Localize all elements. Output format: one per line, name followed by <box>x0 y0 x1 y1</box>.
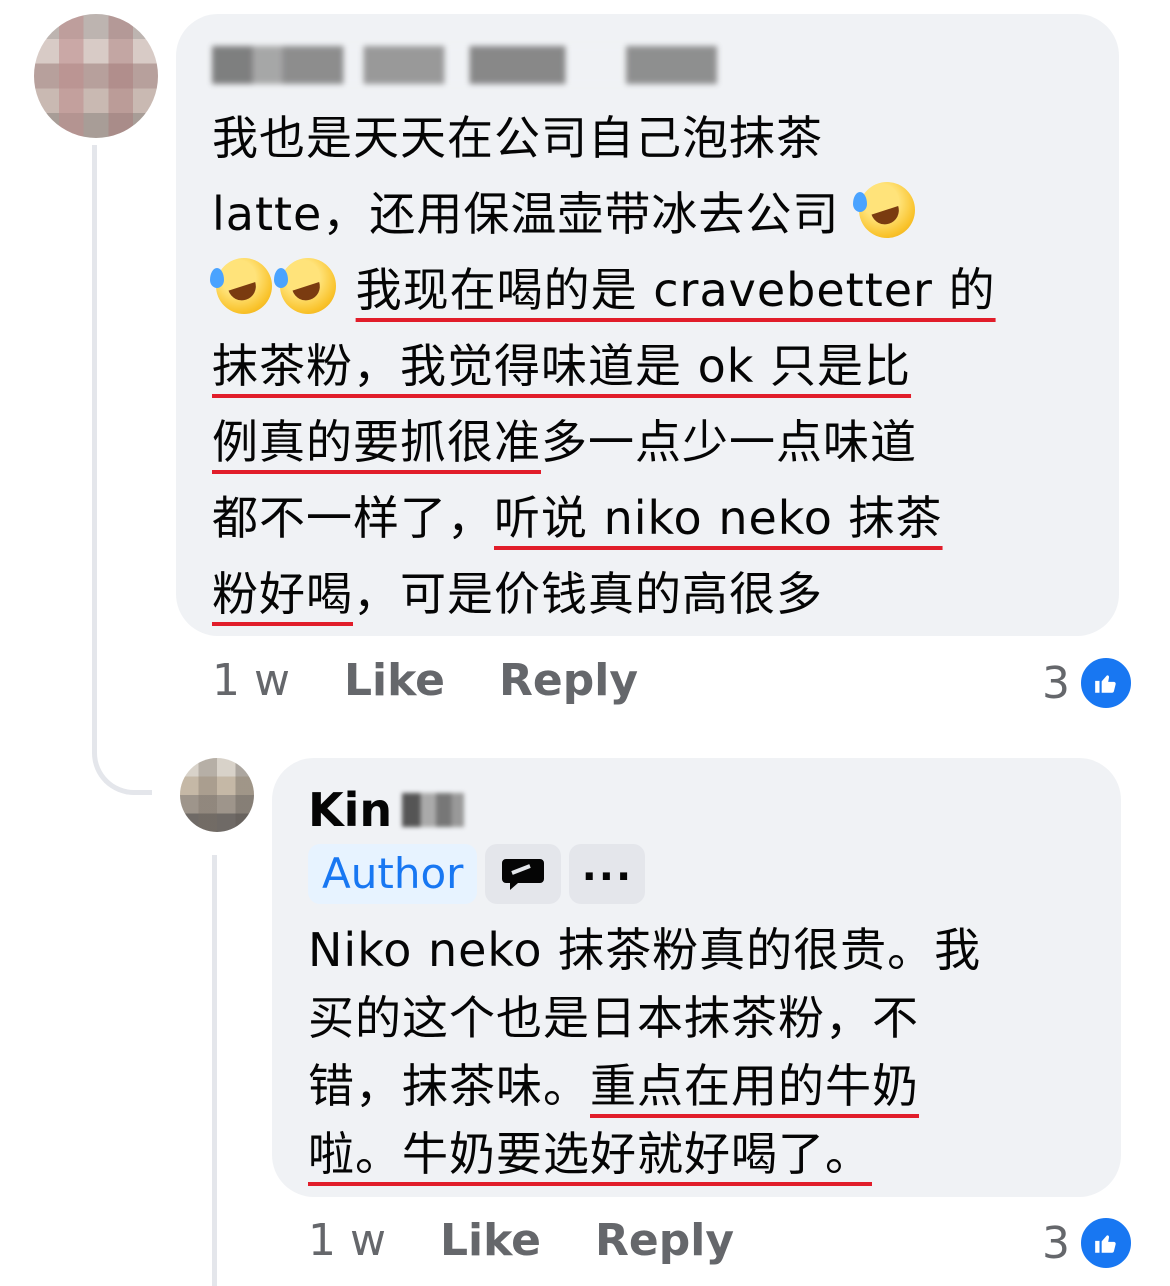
message-bubble-icon[interactable] <box>485 844 562 904</box>
avatar[interactable] <box>180 758 254 832</box>
underlined-text-segment: 重点在用的牛奶 <box>590 1059 919 1113</box>
author-name-blurred <box>402 793 465 827</box>
rolling-on-floor-laughing-emoji <box>274 258 336 314</box>
underlined-text-segment: 听说 niko neko 抹茶 <box>494 491 943 545</box>
like-thumbs-up-icon <box>1078 1215 1134 1271</box>
badge-row: Author ... <box>308 844 1091 904</box>
comment-text-segment: 都不一样了， <box>212 491 494 545</box>
comment-text-segment: 多一点少一点味道 <box>541 415 917 469</box>
reaction-summary[interactable]: 3 <box>1042 655 1134 711</box>
underlined-text-segment: 我现在喝的是 cravebetter 的 <box>355 263 996 317</box>
reply-timestamp[interactable]: 1 w <box>308 1215 386 1266</box>
underlined-text-segment: 啦。牛奶要选好就好喝了。 <box>308 1127 872 1181</box>
reply-button[interactable]: Reply <box>499 655 638 706</box>
like-thumbs-up-icon <box>1078 655 1134 711</box>
author-badge: Author <box>308 844 478 904</box>
reply-actions: 1 w Like Reply <box>308 1215 734 1266</box>
comment-text-segment: 我也是天天在公司自己泡抹茶 <box>212 111 823 165</box>
reply-text: Niko neko 抹茶粉真的很贵。我 买的这个也是日本抹茶粉，不 错，抹茶味。… <box>308 916 1091 1188</box>
underlined-text-segment: 抹茶粉，我觉得味道是 ok 只是比 <box>212 339 912 393</box>
comment-bubble: 我也是天天在公司自己泡抹茶 latte，还用保温壶带冰去公司 我现在喝的是 cr… <box>176 14 1119 636</box>
comment-text-segment: latte，还用保温壶带冰去公司 <box>212 187 855 241</box>
reply-button[interactable]: Reply <box>595 1215 734 1266</box>
rolling-on-floor-laughing-emoji <box>210 258 272 314</box>
underlined-text-segment: 例真的要抓很准 <box>212 415 541 469</box>
reply-bubble: Kin Author ... Niko neko 抹茶粉真的很贵。我 买的这个也… <box>272 758 1121 1197</box>
author-name[interactable]: Kin <box>308 784 1091 836</box>
reaction-count: 3 <box>1042 657 1070 709</box>
comment-actions: 1 w Like Reply <box>212 655 638 706</box>
reply-text-segment: Niko neko 抹茶粉真的很贵。我 <box>308 923 982 977</box>
thread-connector-line <box>92 145 152 795</box>
like-button[interactable]: Like <box>440 1215 541 1266</box>
reply-text-segment: 买的这个也是日本抹茶粉，不 <box>308 991 919 1045</box>
comment-text-segment: ，可是价钱真的高很多 <box>353 567 823 621</box>
comment-timestamp[interactable]: 1 w <box>212 655 290 706</box>
rolling-on-floor-laughing-emoji <box>852 182 915 238</box>
like-button[interactable]: Like <box>344 655 445 706</box>
avatar[interactable] <box>34 14 158 138</box>
comment-text: 我也是天天在公司自己泡抹茶 latte，还用保温壶带冰去公司 我现在喝的是 cr… <box>210 100 1079 632</box>
reaction-count: 3 <box>1042 1217 1070 1269</box>
thread-connector-line <box>212 855 217 1286</box>
commenter-name-blurred[interactable] <box>212 46 717 84</box>
reaction-summary[interactable]: 3 <box>1042 1215 1134 1271</box>
more-dots-icon[interactable]: ... <box>569 844 646 904</box>
reply-text-segment: 错，抹茶味。 <box>308 1059 590 1113</box>
more-dots-label: ... <box>581 844 634 890</box>
author-name-text: Kin <box>308 783 393 837</box>
underlined-text-segment: 粉好喝 <box>212 567 353 621</box>
